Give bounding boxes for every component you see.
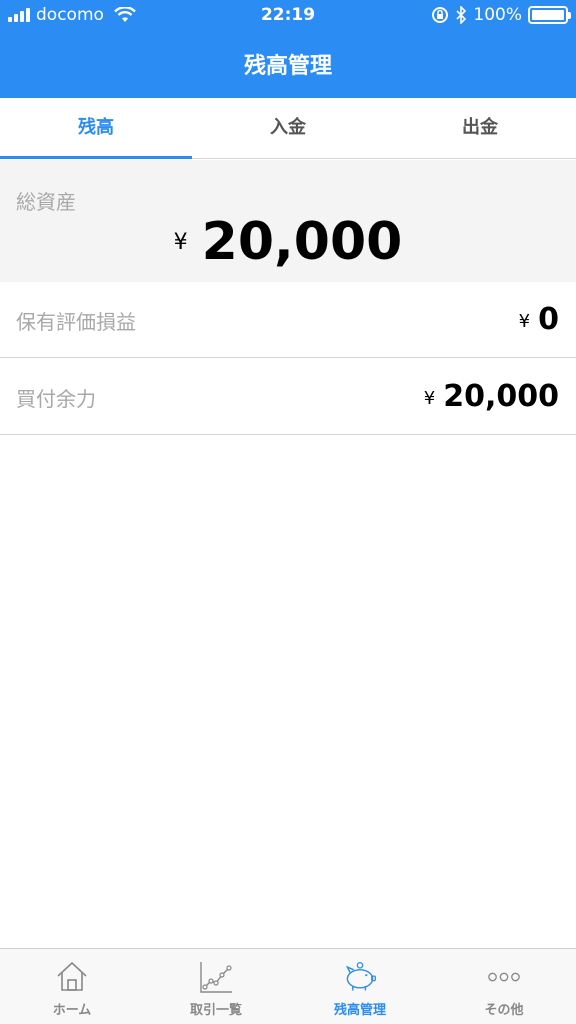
status-bar: docomo 22:19 100% [0,0,576,32]
home-icon [57,961,87,991]
total-assets-section: 総資産 ¥20,000 [0,160,576,282]
unrealized-pnl-value: ¥0 [519,302,559,337]
tabbar-label: ホーム [52,1003,92,1018]
app-header: docomo 22:19 100% 残高管理 [0,0,576,98]
battery-icon [528,6,571,24]
bottom-tab-bar: ホーム 取引一覧 残高管理 その他 [0,948,576,1024]
bluetooth-icon [456,6,467,24]
currency-symbol: ¥ [518,311,531,332]
unrealized-pnl-amount: 0 [538,302,559,337]
tabbar-label: その他 [484,1003,524,1018]
total-assets-amount: 20,000 [201,212,403,272]
currency-symbol: ¥ [173,230,188,255]
tabbar-item-more[interactable]: その他 [432,949,576,1024]
total-assets-value: ¥20,000 [0,212,576,272]
buying-power-amount: 20,000 [443,379,559,414]
tab-deposit[interactable]: 入金 [192,98,384,158]
total-assets-label: 総資産 [16,190,76,214]
tabbar-item-transactions[interactable]: 取引一覧 [144,949,288,1024]
page-title: 残高管理 [243,54,332,79]
buying-power-value: ¥20,000 [424,379,559,414]
tabbar-item-balance[interactable]: 残高管理 [288,949,432,1024]
currency-symbol: ¥ [423,388,436,409]
tabbar-label: 取引一覧 [189,1003,242,1018]
orientation-lock-icon [432,7,449,23]
tabbar-label: 残高管理 [333,1003,386,1018]
piggy-bank-icon [345,961,376,991]
tab-balance[interactable]: 残高 [0,98,192,159]
battery-percent: 100% [473,5,522,25]
buying-power-label: 買付余力 [16,387,96,411]
status-right: 100% [431,5,571,25]
unrealized-pnl-label: 保有評価損益 [16,310,136,334]
more-icon [488,972,520,982]
segment-tabs: 残高 入金 出金 [0,98,576,159]
tabbar-item-home[interactable]: ホーム [0,949,144,1024]
unrealized-pnl-row: 保有評価損益 ¥0 [0,282,576,358]
tab-withdrawal[interactable]: 出金 [384,98,576,158]
buying-power-row: 買付余力 ¥20,000 [0,359,576,435]
chart-icon [200,962,232,993]
